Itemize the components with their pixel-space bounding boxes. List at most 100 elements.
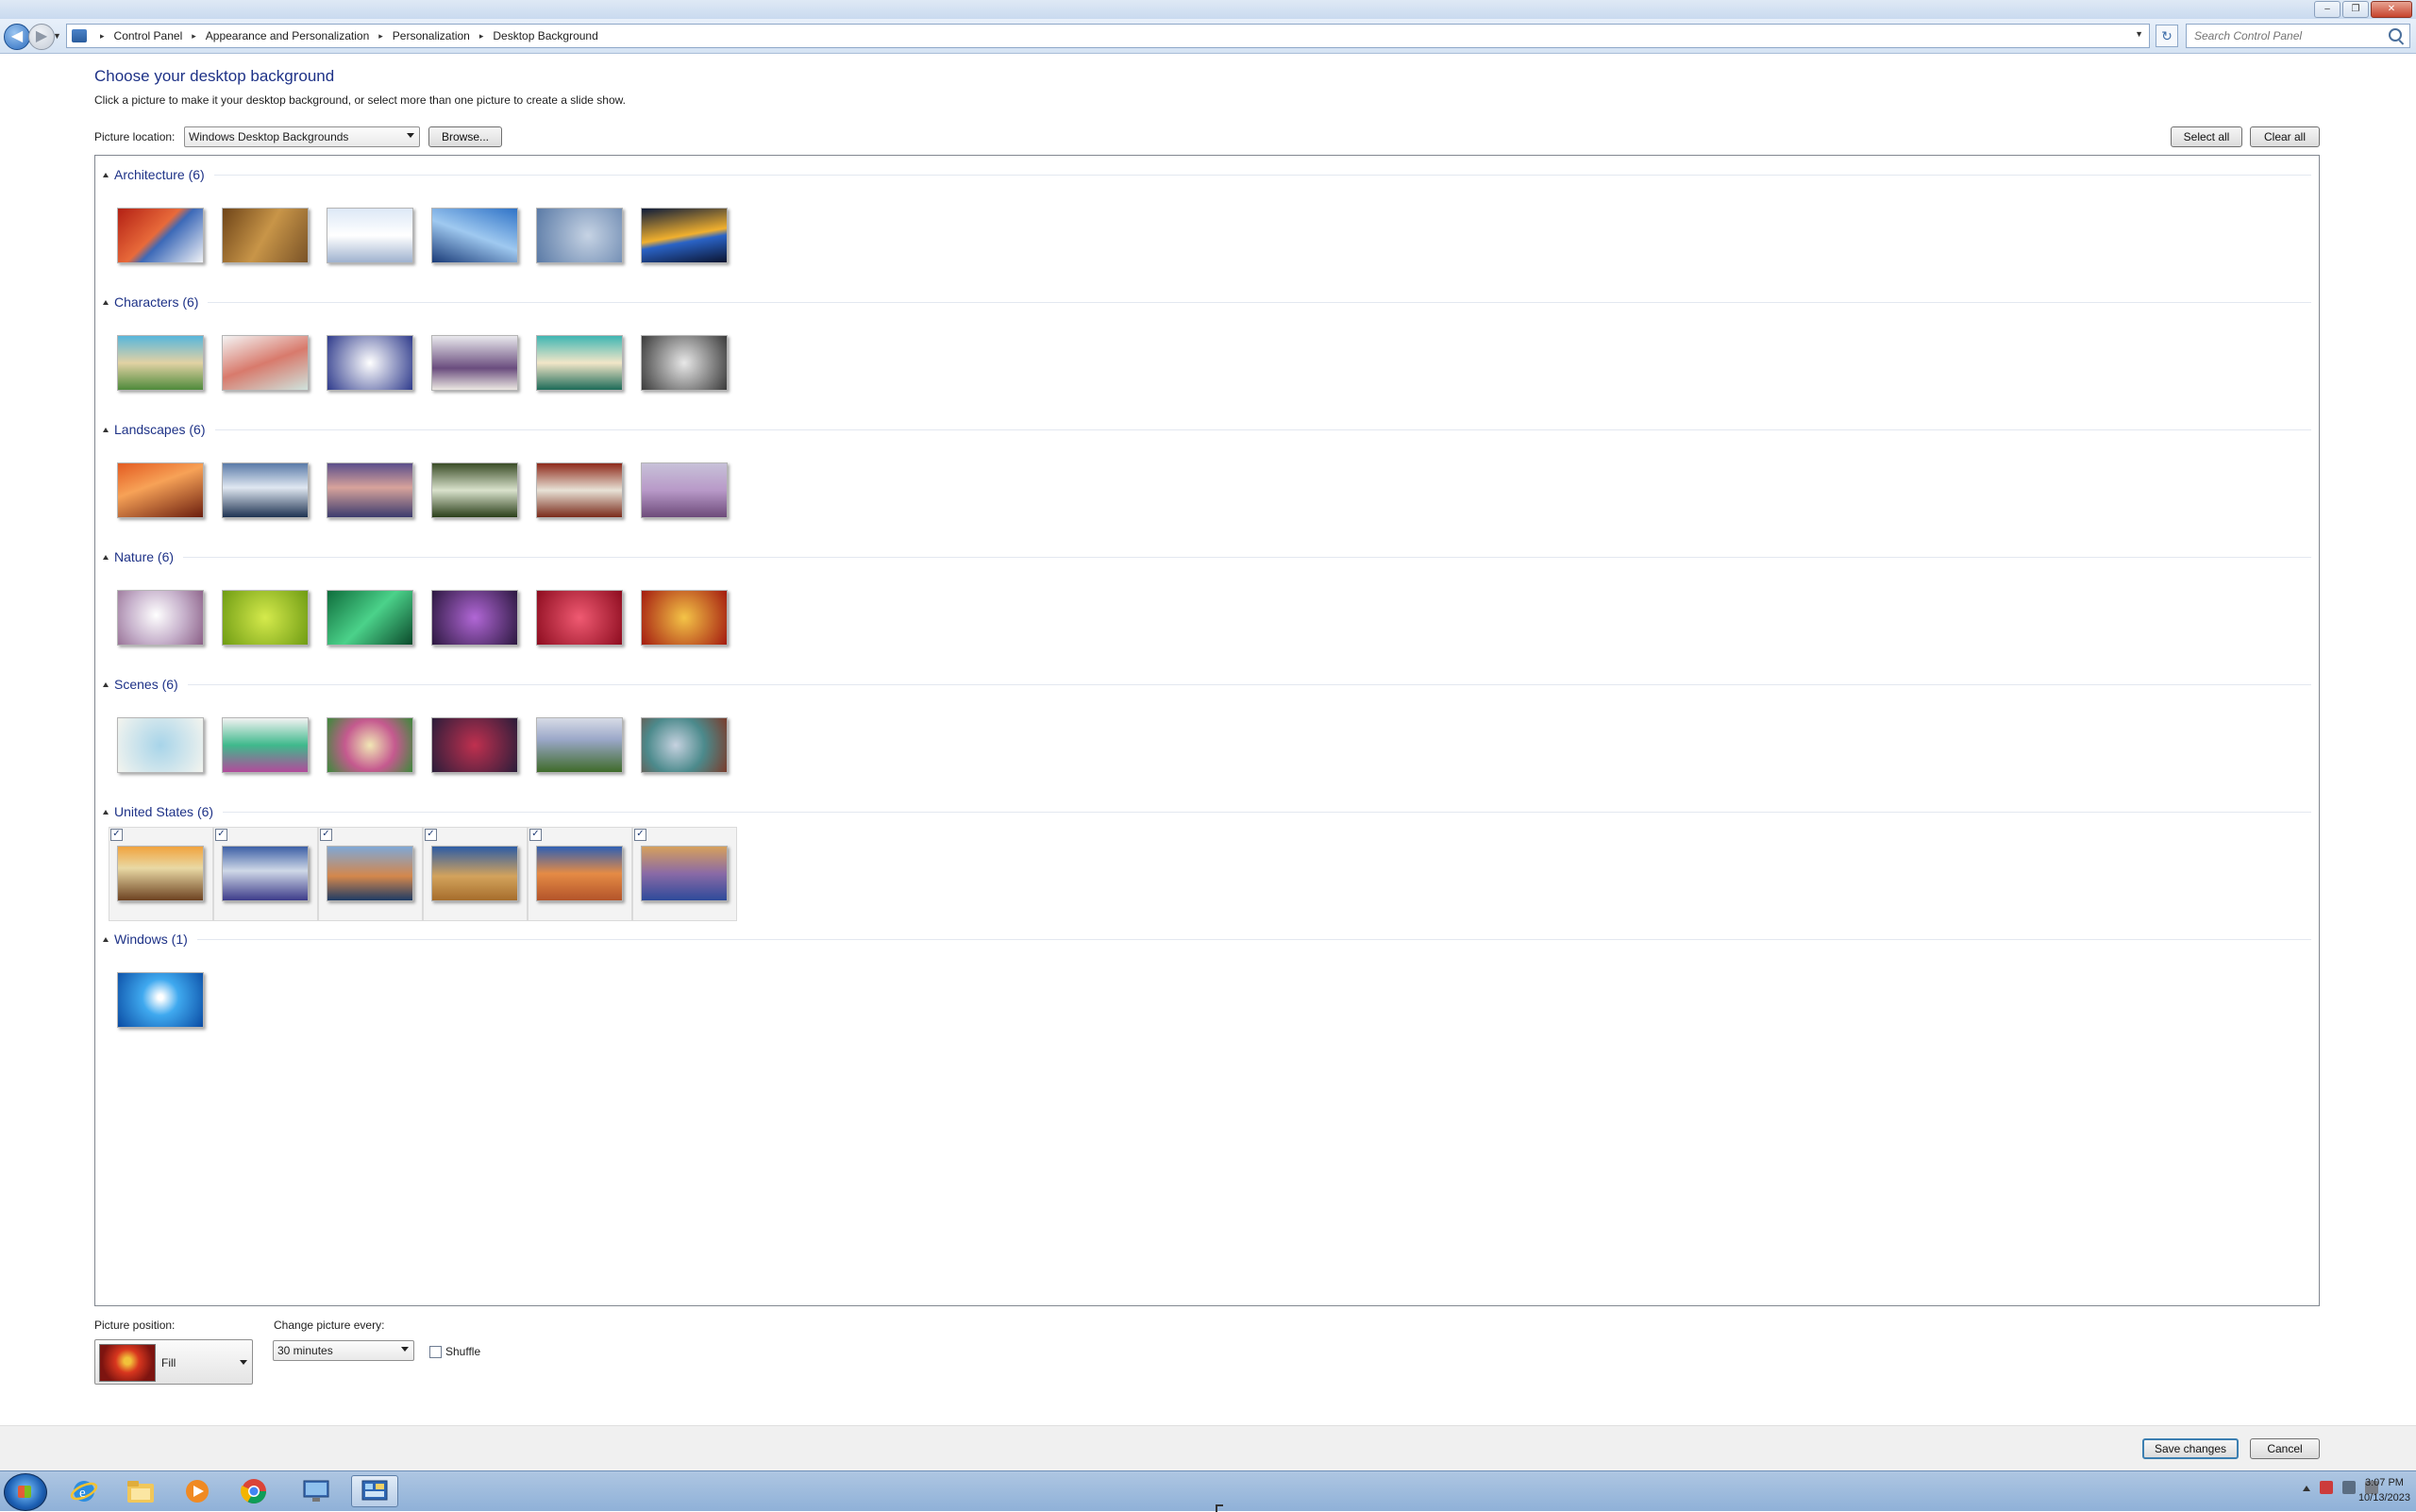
- wallpaper-item[interactable]: [114, 576, 219, 670]
- group-header[interactable]: Windows (1): [103, 932, 2311, 947]
- clear-all-button[interactable]: Clear all: [2250, 126, 2320, 147]
- wallpaper-item[interactable]: [428, 193, 533, 288]
- group-title[interactable]: Windows (1): [114, 932, 188, 947]
- wallpaper-item[interactable]: [219, 703, 324, 798]
- wallpaper-thumbnail[interactable]: [641, 462, 728, 518]
- wallpaper-thumbnail[interactable]: [536, 335, 623, 391]
- network-icon[interactable]: [2342, 1481, 2356, 1494]
- group-header[interactable]: Scenes (6): [103, 677, 2311, 692]
- wallpaper-item[interactable]: [219, 321, 324, 415]
- picture-position-select[interactable]: Fill: [94, 1339, 253, 1385]
- wallpaper-thumbnail[interactable]: [117, 208, 204, 263]
- restore-button[interactable]: ❐: [2342, 1, 2369, 18]
- wallpaper-thumbnail[interactable]: [431, 590, 518, 646]
- refresh-icon[interactable]: ↻: [2156, 25, 2178, 47]
- group-header[interactable]: Characters (6): [103, 294, 2311, 310]
- breadcrumb-separator-icon[interactable]: ▸: [378, 31, 383, 42]
- wallpaper-item[interactable]: [219, 448, 324, 543]
- collapse-group-icon[interactable]: [103, 936, 109, 942]
- search-input[interactable]: [2192, 28, 2385, 43]
- wallpaper-thumbnail[interactable]: [536, 590, 623, 646]
- wallpaper-thumbnail[interactable]: [641, 208, 728, 263]
- breadcrumb-desktop-background[interactable]: Desktop Background: [493, 29, 597, 42]
- wallpaper-item[interactable]: [638, 193, 743, 288]
- breadcrumb-control-panel[interactable]: Control Panel: [114, 29, 183, 42]
- wallpaper-thumbnail[interactable]: [327, 208, 413, 263]
- wallpaper-item[interactable]: [638, 321, 743, 415]
- search-icon[interactable]: [2389, 28, 2402, 42]
- wallpaper-thumbnail[interactable]: [431, 208, 518, 263]
- group-title[interactable]: Architecture (6): [114, 167, 205, 182]
- save-changes-button[interactable]: Save changes: [2142, 1438, 2239, 1459]
- collapse-group-icon[interactable]: [103, 681, 109, 687]
- collapse-group-icon[interactable]: [103, 299, 109, 305]
- wallpaper-thumbnail[interactable]: [117, 462, 204, 518]
- wallpaper-item[interactable]: [324, 576, 428, 670]
- wallpaper-item[interactable]: ✓: [528, 827, 632, 921]
- wallpaper-thumbnail[interactable]: [222, 462, 309, 518]
- group-title[interactable]: Scenes (6): [114, 677, 178, 692]
- wallpaper-item[interactable]: ✓: [109, 827, 213, 921]
- wallpaper-thumbnail[interactable]: [536, 717, 623, 773]
- wallpaper-thumbnail[interactable]: [117, 335, 204, 391]
- close-button[interactable]: ✕: [2371, 1, 2412, 18]
- address-bar[interactable]: ▸ Control Panel ▸ Appearance and Persona…: [66, 24, 2150, 48]
- wallpaper-item[interactable]: [114, 703, 219, 798]
- action-center-icon[interactable]: [2320, 1481, 2333, 1494]
- wallpaper-thumbnail[interactable]: [222, 208, 309, 263]
- recent-pages-dropdown-icon[interactable]: ▼: [53, 31, 61, 41]
- wallpaper-thumbnail[interactable]: [117, 717, 204, 773]
- collapse-group-icon[interactable]: [103, 172, 109, 177]
- wallpaper-thumbnail[interactable]: [222, 846, 309, 901]
- breadcrumb-appearance[interactable]: Appearance and Personalization: [206, 29, 369, 42]
- clock[interactable]: 3:07 PM 10/13/2023: [2358, 1475, 2410, 1505]
- picture-location-select[interactable]: Windows Desktop Backgrounds: [184, 126, 420, 147]
- group-title[interactable]: United States (6): [114, 804, 213, 819]
- file-explorer-icon[interactable]: [117, 1475, 164, 1507]
- wallpaper-item[interactable]: ✓: [318, 827, 423, 921]
- wallpaper-thumbnail[interactable]: [117, 590, 204, 646]
- wallpaper-thumbnail[interactable]: [536, 462, 623, 518]
- wallpaper-checkbox[interactable]: ✓: [215, 829, 227, 841]
- browse-button[interactable]: Browse...: [428, 126, 502, 147]
- wallpaper-thumbnail[interactable]: [431, 717, 518, 773]
- wallpaper-thumbnail[interactable]: [327, 846, 413, 901]
- wallpaper-item[interactable]: [428, 576, 533, 670]
- wallpaper-item[interactable]: [533, 193, 638, 288]
- media-player-icon[interactable]: [174, 1475, 221, 1507]
- change-interval-select[interactable]: 30 minutes: [273, 1340, 414, 1361]
- wallpaper-item[interactable]: [324, 703, 428, 798]
- group-header[interactable]: Landscapes (6): [103, 422, 2311, 437]
- wallpaper-item[interactable]: [428, 448, 533, 543]
- breadcrumb-separator-icon[interactable]: ▸: [479, 31, 484, 42]
- wallpaper-checkbox[interactable]: ✓: [529, 829, 542, 841]
- select-all-button[interactable]: Select all: [2171, 126, 2242, 147]
- wallpaper-item[interactable]: [114, 448, 219, 543]
- wallpaper-thumbnail[interactable]: [641, 846, 728, 901]
- wallpaper-thumbnail[interactable]: [536, 846, 623, 901]
- breadcrumb-personalization[interactable]: Personalization: [393, 29, 470, 42]
- wallpaper-item[interactable]: ✓: [213, 827, 318, 921]
- wallpaper-item[interactable]: ✓: [423, 827, 528, 921]
- wallpaper-item[interactable]: [114, 193, 219, 288]
- collapse-group-icon[interactable]: [103, 554, 109, 560]
- group-header[interactable]: Architecture (6): [103, 167, 2311, 182]
- wallpaper-item[interactable]: [638, 703, 743, 798]
- wallpaper-thumbnail[interactable]: [431, 335, 518, 391]
- wallpaper-thumbnail[interactable]: [222, 590, 309, 646]
- wallpaper-item[interactable]: [324, 321, 428, 415]
- wallpaper-thumbnail[interactable]: [536, 208, 623, 263]
- collapse-group-icon[interactable]: [103, 809, 109, 815]
- group-title[interactable]: Nature (6): [114, 549, 174, 564]
- wallpaper-thumbnail[interactable]: [431, 462, 518, 518]
- wallpaper-checkbox[interactable]: ✓: [634, 829, 646, 841]
- wallpaper-thumbnail[interactable]: [222, 717, 309, 773]
- wallpaper-item[interactable]: [114, 958, 219, 1052]
- forward-button[interactable]: ▶: [28, 24, 55, 50]
- wallpaper-checkbox[interactable]: ✓: [110, 829, 123, 841]
- wallpaper-thumbnail[interactable]: [641, 717, 728, 773]
- shuffle-checkbox[interactable]: [429, 1345, 442, 1358]
- wallpaper-thumbnail[interactable]: [327, 462, 413, 518]
- wallpaper-item[interactable]: [114, 321, 219, 415]
- wallpaper-item[interactable]: [219, 576, 324, 670]
